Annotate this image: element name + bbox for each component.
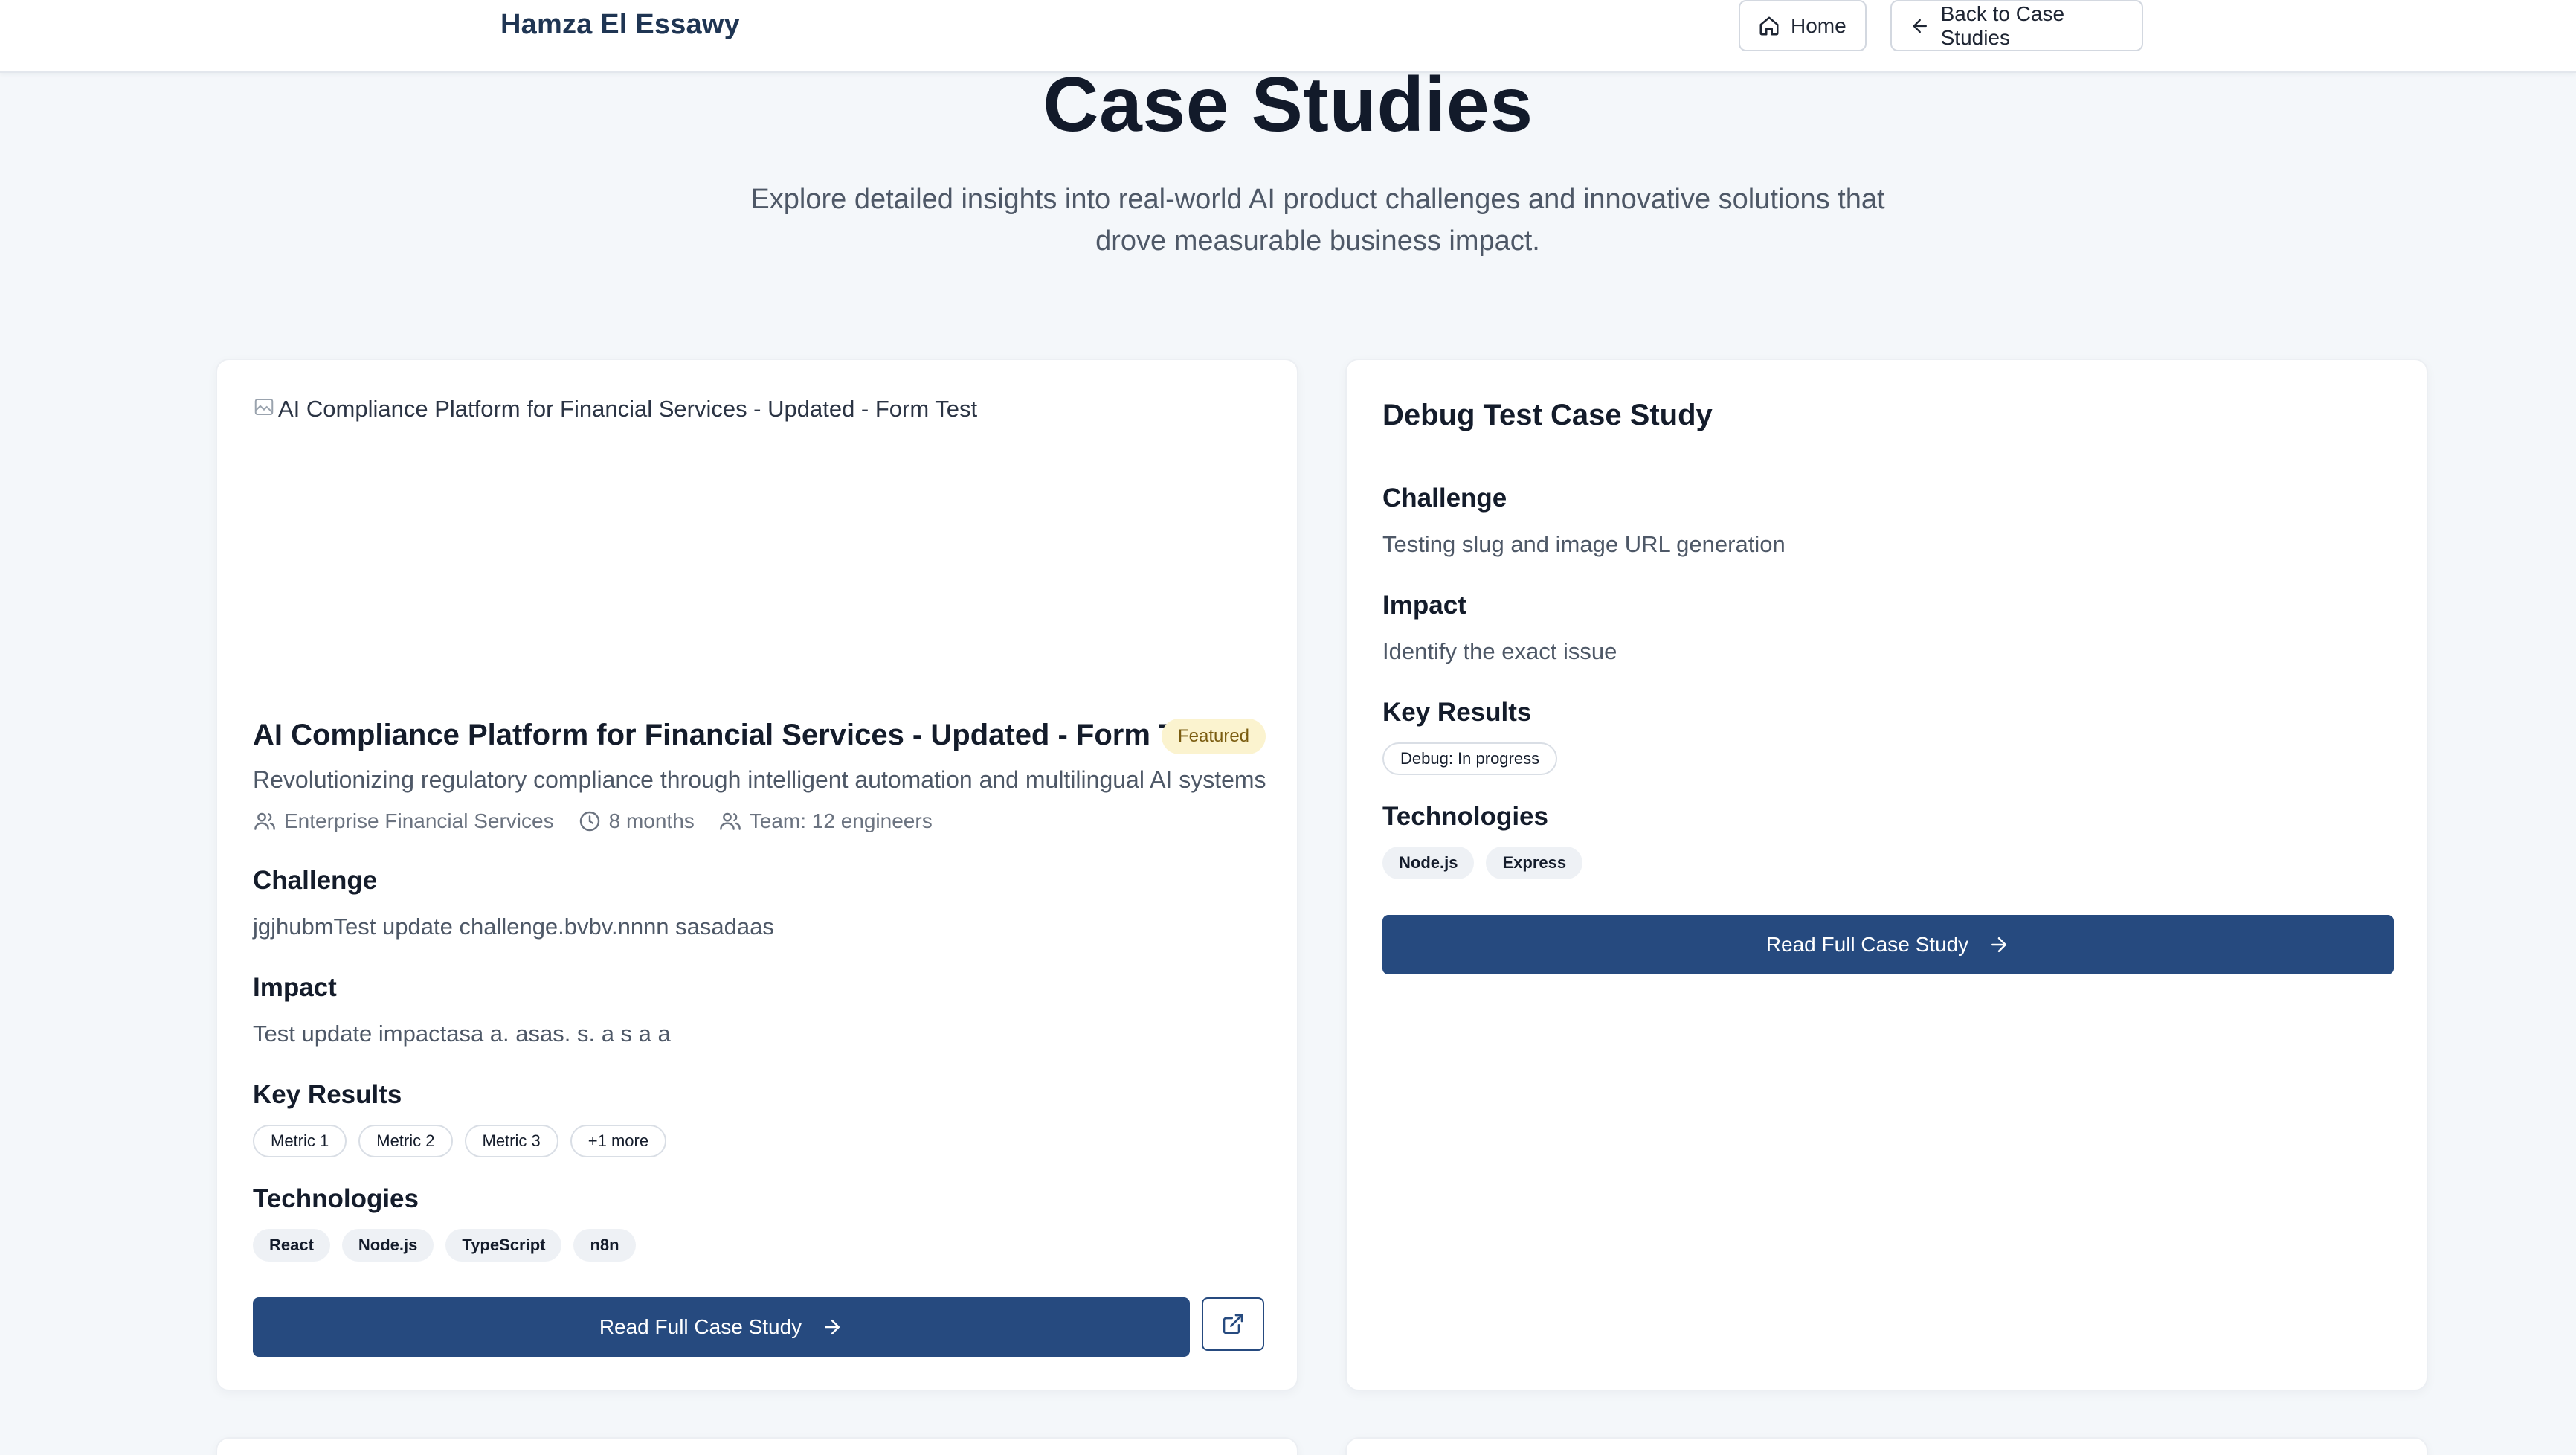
tech-chip: Node.js — [341, 1229, 434, 1262]
meta-team: Team: 12 engineers — [718, 809, 933, 833]
impact-heading: Impact — [1382, 591, 1466, 620]
meta-duration-label: 8 months — [608, 809, 695, 832]
tech-chip: React — [253, 1229, 330, 1262]
key-results-list: Metric 1 Metric 2 Metric 3 +1 more — [253, 1125, 667, 1157]
result-chip: Metric 3 — [464, 1125, 558, 1157]
case-study-image: AI Compliance Platform for Financial Ser… — [253, 396, 977, 423]
read-full-case-study-label: Read Full Case Study — [599, 1315, 802, 1338]
case-study-meta: Enterprise Financial Services 8 months T… — [253, 809, 933, 833]
page-title: Case Studies — [1043, 62, 1533, 148]
users-icon — [254, 812, 275, 830]
case-study-card-featured: AI Compliance Platform for Financial Ser… — [216, 359, 1298, 1391]
back-to-case-studies-button[interactable]: Back to Case Studies — [1890, 0, 2143, 51]
home-icon — [1759, 16, 1779, 35]
impact-text: Test update impactasa a. asas. s. a s a … — [253, 1021, 671, 1047]
challenge-heading: Challenge — [253, 866, 378, 895]
meta-client: Enterprise Financial Services — [253, 809, 554, 833]
home-button-label: Home — [1791, 13, 1846, 37]
read-full-case-study-label: Read Full Case Study — [1765, 933, 1969, 956]
tech-chip: Express — [1486, 847, 1583, 879]
open-external-button[interactable] — [1202, 1297, 1264, 1351]
read-full-case-study-button[interactable]: Read Full Case Study — [253, 1297, 1190, 1357]
case-study-card-debug: Debug Test Case Study Challenge Testing … — [1345, 359, 2428, 1391]
technologies-list: Node.js Express — [1382, 847, 1583, 879]
case-study-card-next — [216, 1437, 1298, 1455]
impact-heading: Impact — [253, 973, 337, 1002]
challenge-text: jgjhubmTest update challenge.bvbv.nnnn s… — [253, 913, 774, 940]
page-subtitle: Explore detailed insights into real-worl… — [750, 184, 1885, 257]
arrow-left-icon — [1913, 19, 1928, 33]
tech-chip: Node.js — [1382, 847, 1475, 879]
meta-duration: 8 months — [578, 809, 695, 833]
external-link-icon — [1223, 1314, 1243, 1334]
back-button-label: Back to Case Studies — [1940, 1, 2065, 49]
challenge-heading: Challenge — [1382, 484, 1507, 513]
meta-client-label: Enterprise Financial Services — [284, 809, 554, 832]
image-alt-text: AI Compliance Platform for Financial Ser… — [278, 396, 978, 422]
technologies-list: React Node.js TypeScript n8n — [253, 1229, 636, 1262]
technologies-heading: Technologies — [1382, 802, 1548, 831]
home-button[interactable]: Home — [1739, 0, 1867, 51]
case-study-card-next — [1345, 1437, 2428, 1455]
case-study-title[interactable]: Debug Test Case Study — [1382, 399, 1713, 432]
result-chip: Debug: In progress — [1382, 742, 1558, 775]
tech-chip: TypeScript — [445, 1229, 562, 1262]
read-full-case-study-button[interactable]: Read Full Case Study — [1382, 915, 2394, 974]
key-results-list: Debug: In progress — [1382, 742, 1558, 775]
tech-chip: n8n — [573, 1229, 636, 1262]
featured-badge: Featured — [1162, 719, 1266, 754]
challenge-text: Testing slug and image URL generation — [1382, 531, 1786, 557]
result-chip: Metric 1 — [253, 1125, 347, 1157]
key-results-heading: Key Results — [253, 1080, 402, 1109]
case-study-description: Revolutionizing regulatory compliance th… — [253, 766, 1266, 793]
impact-text: Identify the exact issue — [1382, 638, 1617, 664]
key-results-heading: Key Results — [1382, 698, 1532, 727]
clock-icon — [579, 811, 599, 832]
result-chip: Metric 2 — [358, 1125, 453, 1157]
technologies-heading: Technologies — [253, 1184, 419, 1213]
meta-team-label: Team: 12 engineers — [749, 809, 933, 832]
result-chip-more: +1 more — [570, 1125, 667, 1157]
brand-name[interactable]: Hamza El Essawy — [500, 9, 740, 41]
case-study-title[interactable]: AI Compliance Platform for Financial Ser… — [253, 719, 1217, 752]
users-icon — [719, 812, 741, 830]
broken-image-icon — [254, 399, 274, 415]
arrow-right-icon — [825, 1320, 840, 1334]
arrow-right-icon — [1991, 937, 2007, 952]
